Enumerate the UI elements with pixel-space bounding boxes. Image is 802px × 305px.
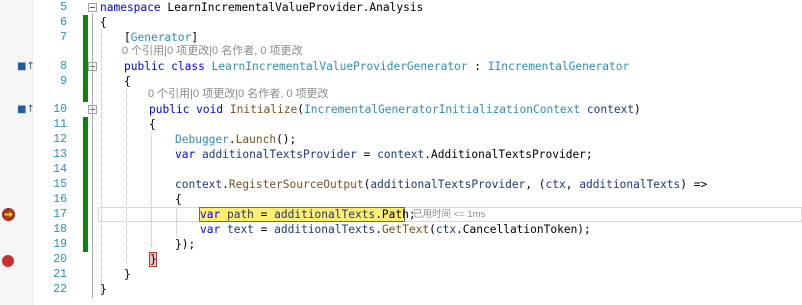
code-line-22[interactable]: } xyxy=(0,282,802,297)
code-line-11[interactable]: { xyxy=(0,117,802,132)
code-line-21[interactable]: } xyxy=(0,267,802,282)
code-line-10[interactable]: public void Initialize(IncrementalGenera… xyxy=(0,102,802,117)
code-line-13[interactable]: var additionalTextsProvider = context.Ad… xyxy=(0,147,802,162)
code-line-18[interactable]: var text = additionalTexts.GetText(ctx.C… xyxy=(0,222,802,237)
code-line-8[interactable]: public class LearnIncrementalValueProvid… xyxy=(0,59,802,74)
elapsed-time-tip: 已用时间 <= 1ms xyxy=(413,209,486,220)
code-line-7[interactable]: [Generator] xyxy=(0,30,802,45)
code-line-19[interactable]: }); xyxy=(0,237,802,252)
code-line-17[interactable]: var path = additionalTexts.Path; xyxy=(0,207,802,222)
code-line-5[interactable]: namespace LearnIncrementalValueProvider.… xyxy=(0,0,802,15)
code-line-14[interactable] xyxy=(0,162,802,177)
code-line-9[interactable]: { xyxy=(0,74,802,89)
code-line-20[interactable]: } xyxy=(0,252,802,267)
code-editor[interactable]: 5 6 7 8 9 10 11 12 13 14 15 16 17 18 19 … xyxy=(0,0,802,305)
codelens-references[interactable]: 0 个引用|0 项更改|0 名作者, 0 项更改 xyxy=(148,87,329,102)
code-line-6[interactable]: { xyxy=(0,15,802,30)
code-line-16[interactable]: { xyxy=(0,192,802,207)
code-line-15[interactable]: context.RegisterSourceOutput(additionalT… xyxy=(0,177,802,192)
code-line-12[interactable]: Debugger.Launch(); xyxy=(0,132,802,147)
codelens-references[interactable]: 0 个引用|0 项更改|0 名作者, 0 项更改 xyxy=(122,44,303,59)
